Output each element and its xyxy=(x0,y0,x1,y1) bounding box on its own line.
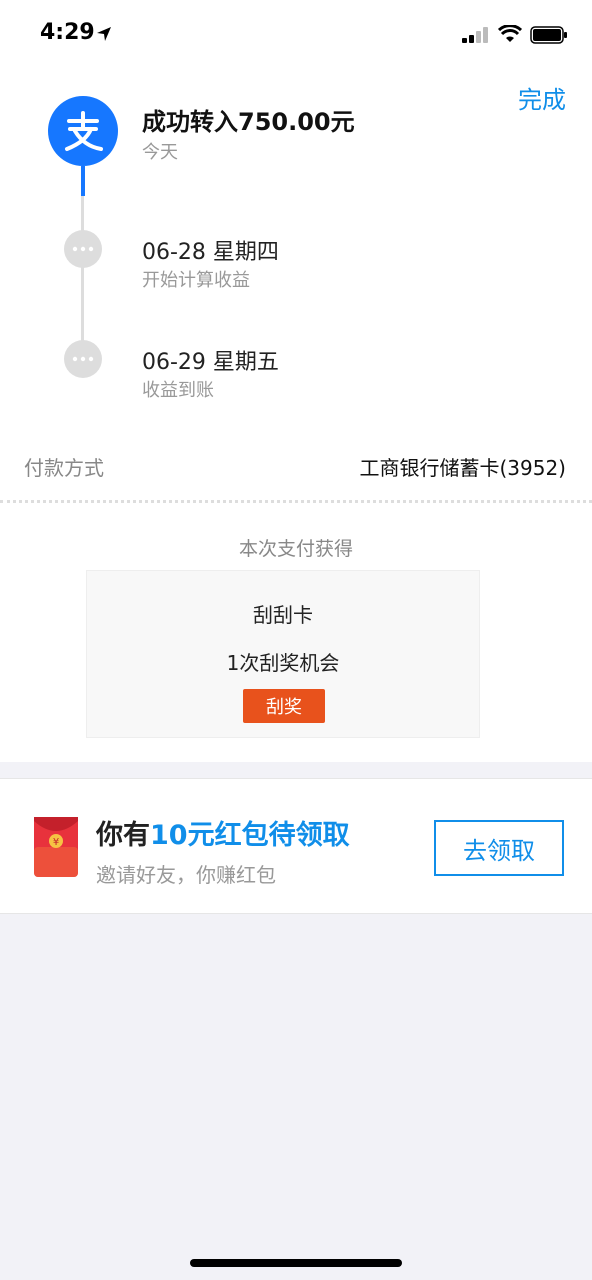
status-time: 4:29 xyxy=(40,20,95,45)
done-button[interactable]: 完成 xyxy=(518,80,566,115)
reward-section-title: 本次支付获得 xyxy=(238,538,353,560)
wifi-icon xyxy=(497,24,523,47)
transfer-result-panel: 完成 成功转入750.00元 今天 06-28 星期四 开始计算收益 06-29… xyxy=(0,70,592,762)
step1-date: 06-28 星期四 xyxy=(142,240,279,265)
promo-title-accent: 10元红包待领取 xyxy=(150,820,350,851)
alipay-logo-icon xyxy=(48,96,118,166)
red-packet-icon: ¥ xyxy=(34,817,78,881)
promo-title-prefix: 你有 xyxy=(96,820,150,851)
promo-subtitle: 邀请好友，你赚红包 xyxy=(96,863,276,887)
status-bar: 4:29 xyxy=(0,0,592,70)
yen-symbol: ¥ xyxy=(53,837,59,848)
dotted-divider xyxy=(0,500,592,503)
home-indicator[interactable] xyxy=(190,1259,402,1267)
step2-desc: 收益到账 xyxy=(142,380,214,401)
step1-desc: 开始计算收益 xyxy=(142,270,250,291)
transfer-date: 今天 xyxy=(142,142,178,163)
scratch-card-name: 刮刮卡 xyxy=(253,603,313,627)
payment-method-value: 工商银行储蓄卡(3952) xyxy=(359,456,566,480)
scratch-button[interactable]: 刮奖 xyxy=(243,689,325,723)
scratch-card: 刮刮卡 1次刮奖机会 刮奖 xyxy=(86,570,480,738)
timeline-line-active xyxy=(81,166,85,196)
location-arrow-icon xyxy=(96,26,112,46)
payment-method-label: 付款方式 xyxy=(24,456,104,480)
step2-date: 06-29 星期五 xyxy=(142,350,279,375)
promo-title: 你有10元红包待领取 xyxy=(96,813,350,852)
red-packet-promo: ¥ 你有10元红包待领取 邀请好友，你赚红包 去领取 xyxy=(0,778,592,914)
cellular-signal-icon xyxy=(462,27,490,47)
claim-button[interactable]: 去领取 xyxy=(434,820,564,876)
transfer-success-title: 成功转入750.00元 xyxy=(142,108,355,136)
timeline-dot-icon xyxy=(64,340,102,378)
timeline-line-pending xyxy=(81,196,84,356)
battery-icon xyxy=(530,26,568,48)
timeline-dot-icon xyxy=(64,230,102,268)
scratch-card-desc: 1次刮奖机会 xyxy=(226,651,340,675)
